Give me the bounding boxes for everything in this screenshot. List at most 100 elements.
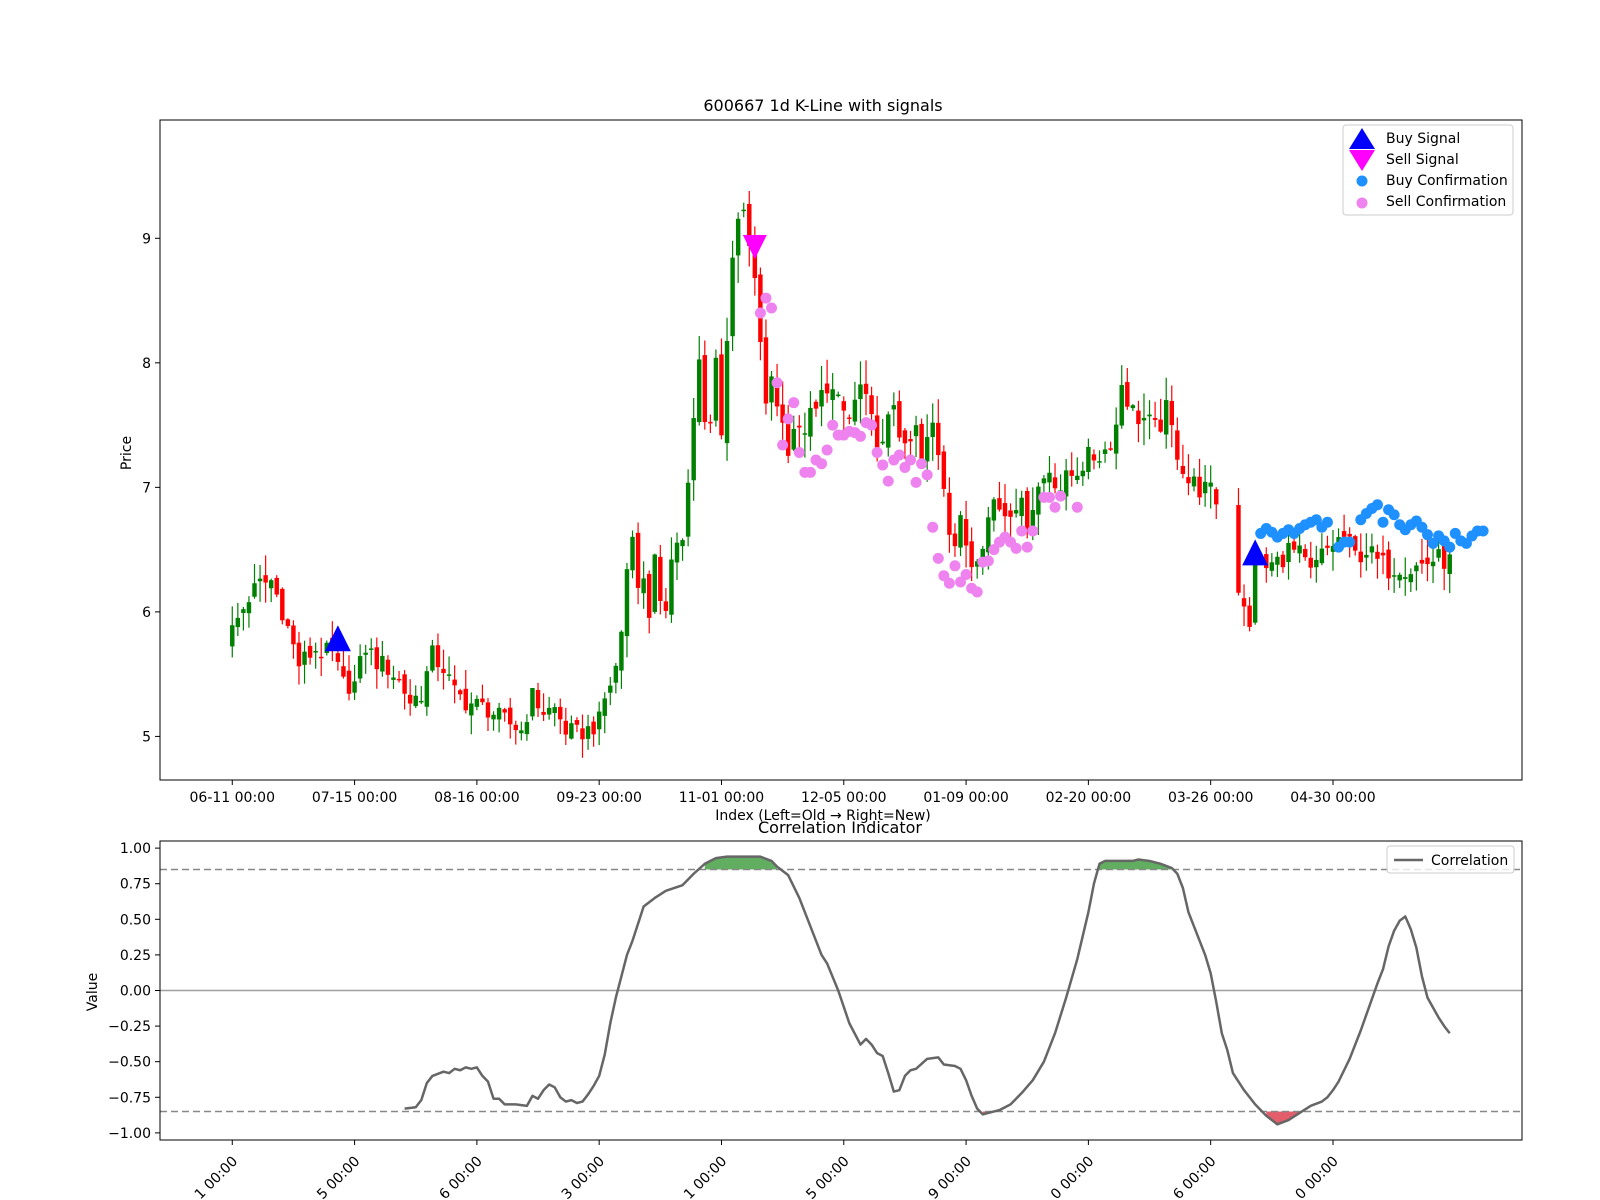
candle-body	[313, 650, 318, 653]
candle-body	[357, 656, 363, 679]
candle-body	[969, 541, 974, 568]
candle-body	[1119, 385, 1124, 426]
candle-body	[480, 698, 485, 703]
candle-body	[808, 407, 813, 437]
candle-body	[630, 536, 635, 571]
candle-body	[930, 422, 935, 438]
candle-body	[624, 569, 630, 637]
candle-body	[708, 421, 713, 424]
correlation-y-tick-label: 0.50	[120, 912, 151, 928]
candle-body	[1147, 414, 1152, 417]
candle-body	[574, 720, 580, 725]
candle-body	[719, 354, 724, 436]
candle-body	[1319, 548, 1325, 564]
sell-confirmation-point	[1049, 501, 1061, 513]
candle-body	[1241, 598, 1247, 607]
sell-confirmation-point	[866, 419, 878, 431]
correlation-x-tick-label: 9 00:00	[926, 1154, 975, 1200]
sell-confirmation-point	[771, 377, 783, 389]
kline-y-tick-label: 9	[142, 231, 151, 247]
candle-body	[530, 687, 535, 717]
candle-body	[791, 428, 796, 450]
candle-body	[302, 651, 307, 665]
kline-axes-frame	[159, 119, 1523, 781]
candle-body	[496, 707, 502, 720]
sell-signal-marker	[742, 235, 767, 260]
kline-x-ticks: 06-11 00:00 07-15 00:00 08-16 00:00 09-23 0…	[190, 780, 1376, 806]
candle-body	[1069, 470, 1074, 476]
candle-body	[663, 601, 669, 611]
candle-body	[691, 418, 696, 481]
sell-confirmation-point	[943, 577, 955, 589]
candle-body	[369, 648, 374, 650]
candle-body	[385, 659, 391, 675]
correlation-y-tick-label: 0.00	[120, 984, 151, 1000]
candle-body	[235, 617, 241, 628]
candle-body	[1047, 472, 1052, 483]
candle-body	[1280, 554, 1286, 568]
candle-body	[963, 519, 969, 546]
buy-confirmation-point	[1377, 516, 1389, 528]
candle-body	[1102, 449, 1108, 455]
candle-body	[785, 422, 791, 456]
candle-body	[535, 689, 541, 709]
correlation-legend: Correlation	[1386, 845, 1515, 874]
candle-body	[474, 698, 480, 707]
legend-correlation-label: Correlation	[1431, 853, 1508, 869]
correlation-y-ticks: 1.00 0.75 0.50 0.25 0.00 −0.25 −0.50 −0.75 −1.00	[108, 841, 160, 1142]
sell-confirmation-point	[921, 469, 933, 481]
sell-confirmation-point	[982, 555, 994, 567]
candle-body	[886, 414, 891, 448]
correlation-title: Correlation Indicator	[758, 818, 922, 837]
candle-body	[463, 688, 468, 711]
candle-body	[1391, 575, 1397, 577]
candle-body	[1169, 400, 1174, 426]
sell-confirmation-point	[893, 449, 905, 461]
candle-body	[1186, 477, 1191, 484]
candle-body	[246, 602, 252, 614]
candle-body	[1414, 565, 1419, 572]
candle-body	[919, 423, 924, 460]
sell-confirmation-point	[904, 454, 916, 466]
candle-body	[307, 645, 313, 658]
kline-legend: Buy Signal Sell Signal Buy Confirmation …	[1342, 124, 1514, 216]
candle-body	[1430, 561, 1436, 567]
candle-body	[1191, 476, 1197, 487]
candle-body	[619, 631, 624, 671]
candle-body	[457, 690, 463, 695]
candle-body	[646, 574, 652, 618]
candle-body	[1075, 475, 1080, 480]
correlation-x-tick-label: 6 00:00	[1170, 1154, 1219, 1200]
kline-x-tick-label: 07-15 00:00	[312, 790, 397, 806]
correlation-y-tick-label: −1.00	[108, 1126, 151, 1142]
candle-body	[1269, 562, 1275, 571]
legend-buy-confirmation-marker	[1356, 175, 1368, 187]
candle-body	[485, 702, 491, 718]
candle-body	[274, 577, 279, 595]
candle-body	[1130, 405, 1136, 409]
kline-title: 600667 1d K-Line with signals	[703, 96, 942, 115]
correlation-y-tick-label: −0.50	[108, 1055, 151, 1071]
correlation-x-tick-label: 0 00:00	[1293, 1154, 1342, 1200]
sell-confirmation-point	[927, 521, 939, 533]
candle-body	[908, 439, 913, 442]
candle-body	[1180, 465, 1186, 474]
candle-body	[241, 609, 246, 613]
legend-buy-signal-label: Buy Signal	[1386, 131, 1460, 147]
candle-body	[318, 656, 324, 659]
sell-confirmation-point	[960, 569, 972, 581]
candle-body	[1408, 574, 1414, 583]
candle-body	[1314, 559, 1319, 568]
legend-sell-confirmation-label: Sell Confirmation	[1386, 194, 1506, 210]
candle-body	[524, 722, 530, 735]
candle-body	[491, 714, 496, 720]
candle-body	[1208, 482, 1213, 487]
kline-x-tick-label: 09-23 00:00	[556, 790, 641, 806]
candle-body	[1214, 489, 1219, 505]
candle-body	[391, 677, 396, 680]
candle-body	[1403, 577, 1408, 579]
sell-confirmation-point	[821, 444, 833, 456]
buy-confirmation-point	[1371, 499, 1383, 511]
candle-body	[1275, 556, 1280, 565]
candle-body	[680, 540, 685, 547]
